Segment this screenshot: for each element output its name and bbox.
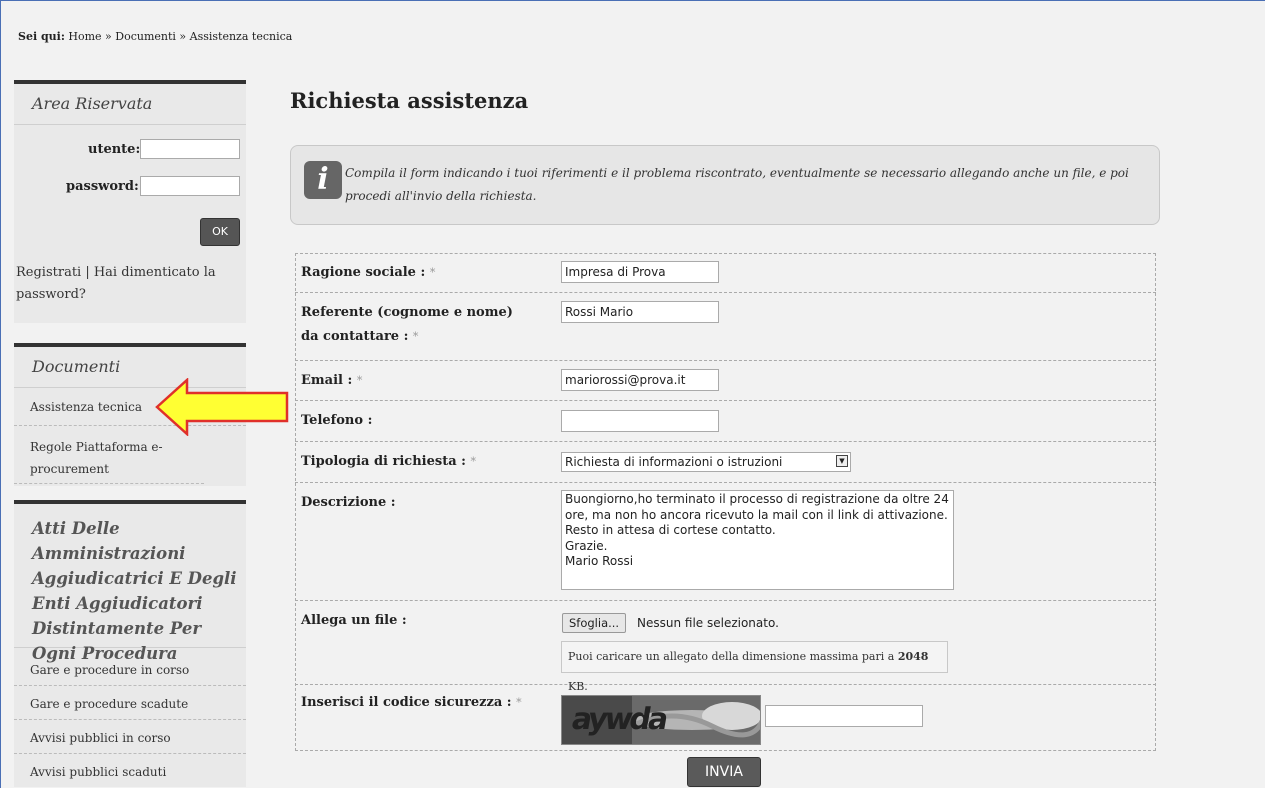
- breadcrumb-prefix: Sei qui:: [18, 30, 65, 43]
- page-title: Richiesta assistenza: [290, 88, 529, 113]
- tipologia-label: Tipologia di richiesta : *: [301, 454, 476, 469]
- descrizione-textarea[interactable]: Buongiorno,ho terminato il processo di r…: [561, 490, 954, 590]
- email-field[interactable]: mariorossi@prova.it: [561, 369, 719, 391]
- ragione-sociale-label: Ragione sociale : *: [301, 265, 436, 280]
- tipologia-selected: Richiesta di informazioni o istruzioni: [565, 455, 783, 469]
- no-file-text: Nessun file selezionato.: [637, 616, 779, 630]
- descrizione-label: Descrizione :: [301, 495, 396, 510]
- tipologia-select[interactable]: Richiesta di informazioni o istruzioni ▼: [561, 452, 851, 472]
- captcha-image: aywda: [561, 695, 761, 745]
- user-label: utente:: [88, 142, 141, 157]
- telefono-input[interactable]: [561, 410, 719, 432]
- file-size-hint: Puoi caricare un allegato della dimensio…: [561, 641, 948, 693]
- captcha-input[interactable]: [765, 705, 923, 727]
- row-allegato: Allega un file : Sfoglia... Nessun file …: [295, 601, 1156, 693]
- highlight-arrow-icon: [155, 378, 289, 436]
- captcha-label: Inserisci il codice sicurezza : *: [301, 695, 522, 710]
- sidebar-item-avvisi-scaduti[interactable]: Avvisi pubblici scaduti: [14, 756, 246, 788]
- allegato-label: Allega un file :: [301, 613, 407, 628]
- referente-label: Referente (cognome e nome) da contattare…: [301, 305, 513, 344]
- info-text: Compila il form indicando i tuoi riferim…: [345, 166, 1129, 203]
- arrow-shape: [155, 378, 289, 436]
- row-descrizione: Descrizione : Buongiorno,ho terminato il…: [295, 483, 1156, 601]
- row-ragione-sociale: Ragione sociale : * Impresa di Prova: [295, 253, 1156, 293]
- row-email: Email : * mariorossi@prova.it: [295, 361, 1156, 401]
- chevron-down-icon[interactable]: ▼: [836, 455, 848, 467]
- row-captcha: Inserisci il codice sicurezza : * aywda: [295, 685, 1156, 751]
- user-input[interactable]: [140, 139, 240, 159]
- telefono-label: Telefono :: [301, 413, 373, 428]
- captcha-text: aywda: [568, 702, 669, 737]
- password-label: password:: [66, 179, 139, 194]
- breadcrumb: Sei qui: Home » Documenti » Assistenza t…: [18, 30, 292, 43]
- email-label: Email : *: [301, 373, 363, 388]
- row-telefono: Telefono :: [295, 401, 1156, 442]
- register-forgot-links[interactable]: Registrati | Hai dimenticato la password…: [16, 262, 241, 306]
- password-input[interactable]: [140, 176, 240, 196]
- file-size-value: 2048: [897, 650, 929, 663]
- sidebar-item-gare-corso[interactable]: Gare e procedure in corso: [14, 654, 246, 686]
- atti-title: Atti Delle Amministrazioni Aggiudicatric…: [14, 500, 246, 663]
- info-icon: i: [304, 161, 342, 199]
- login-ok-button[interactable]: OK: [200, 218, 240, 246]
- ragione-sociale-input[interactable]: Impresa di Prova: [561, 261, 719, 283]
- submit-button[interactable]: INVIA: [687, 757, 761, 787]
- login-title: Area Riservata: [14, 80, 246, 125]
- info-box: i Compila il form indicando i tuoi rifer…: [290, 145, 1160, 225]
- sidebar-item-regole[interactable]: Regole Piattaforma e-procurement: [14, 430, 204, 484]
- row-tipologia: Tipologia di richiesta : * Richiesta di …: [295, 442, 1156, 483]
- breadcrumb-path[interactable]: Home » Documenti » Assistenza tecnica: [68, 30, 292, 43]
- browse-button[interactable]: Sfoglia...: [562, 613, 627, 633]
- sidebar-item-avvisi-corso[interactable]: Avvisi pubblici in corso: [14, 722, 246, 754]
- sidebar-item-gare-scadute[interactable]: Gare e procedure scadute: [14, 688, 246, 720]
- row-referente: Referente (cognome e nome) da contattare…: [295, 293, 1156, 361]
- referente-input[interactable]: Rossi Mario: [561, 301, 719, 323]
